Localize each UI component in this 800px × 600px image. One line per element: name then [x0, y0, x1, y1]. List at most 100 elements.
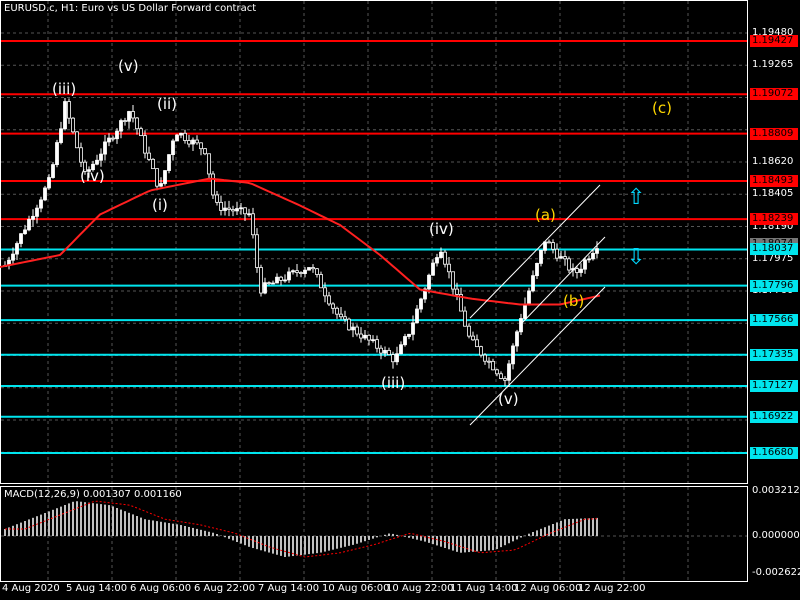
time-axis-label: 10 Aug 06:00	[322, 583, 390, 594]
macd-label: MACD(12,26,9) 0.001307 0.001160	[4, 489, 182, 500]
candle-body	[563, 256, 567, 260]
candle-body	[483, 354, 487, 362]
candle-body	[163, 170, 167, 184]
candle-body	[263, 282, 267, 294]
candle-body	[531, 275, 535, 292]
candle-body	[339, 313, 343, 318]
candle-body	[435, 257, 439, 264]
wave-label: (v)	[118, 57, 139, 75]
candle-body	[319, 274, 323, 289]
candle-body	[235, 208, 239, 212]
candle-body	[259, 267, 263, 294]
candle-body	[363, 334, 367, 339]
candle-body	[131, 111, 135, 119]
candle-body	[155, 168, 159, 187]
candle-body	[127, 111, 131, 122]
candle-body	[39, 199, 43, 209]
candle-body	[295, 270, 299, 273]
candle-body	[139, 128, 143, 137]
candle-body	[103, 141, 107, 155]
candle-body	[591, 252, 595, 260]
candle-body	[559, 256, 563, 259]
candle-body	[555, 248, 559, 259]
candle-body	[159, 183, 163, 187]
candle-body	[307, 267, 311, 271]
candle-body	[199, 142, 203, 150]
candle-body	[403, 336, 407, 346]
candle-body	[119, 120, 123, 132]
candle-body	[463, 310, 467, 327]
resistance-price-label: 1.19072	[750, 88, 798, 101]
candle-body	[203, 148, 207, 155]
candle-body	[523, 303, 527, 319]
candle-body	[471, 335, 475, 341]
main-frame	[0, 0, 748, 484]
candle-body	[147, 152, 151, 160]
resistance-price-label: 1.18239	[750, 213, 798, 226]
candle-body	[499, 373, 503, 379]
candle-body	[527, 290, 531, 305]
candle-body	[243, 207, 247, 215]
candle-body	[439, 251, 443, 258]
candle-body	[15, 243, 19, 255]
candle-body	[123, 120, 127, 122]
candle-body	[491, 360, 495, 371]
candle-body	[327, 295, 331, 305]
candle-body	[575, 268, 579, 273]
candle-body	[291, 270, 295, 273]
time-axis-label: 10 Aug 22:00	[386, 583, 454, 594]
price-axis-label: 1.19265	[752, 59, 794, 71]
time-axis-label: 6 Aug 06:00	[130, 583, 192, 594]
candle-body	[311, 267, 315, 270]
candle-body	[59, 128, 63, 143]
candle-body	[227, 207, 231, 210]
candle-body	[207, 153, 211, 175]
wave-label: (ii)	[157, 95, 178, 113]
candle-body	[143, 135, 147, 154]
resistance-price-label: 1.19427	[750, 34, 798, 47]
candle-body	[551, 242, 555, 250]
support-price-label: 1.18037	[750, 243, 798, 256]
wave-label: (v)	[498, 390, 519, 408]
candle-body	[431, 262, 435, 276]
candle-body	[451, 271, 455, 290]
candle-body	[191, 139, 195, 145]
candle-body	[43, 187, 47, 201]
time-axis-label: 11 Aug 14:00	[450, 583, 518, 594]
candle-body	[95, 159, 99, 165]
candle-body	[583, 259, 587, 270]
wave-label: (iii)	[381, 374, 406, 392]
candle-body	[99, 153, 103, 161]
candle-body	[443, 251, 447, 265]
candle-body	[23, 229, 27, 235]
candle-body	[539, 250, 543, 264]
candle-body	[255, 234, 259, 268]
wave-label: (b)	[563, 292, 585, 310]
candle-body	[475, 339, 479, 348]
candle-body	[371, 339, 375, 342]
candle-body	[419, 298, 423, 310]
candle-body	[223, 207, 227, 211]
candle-body	[455, 288, 459, 295]
candle-body	[267, 282, 271, 285]
candle-body	[507, 363, 511, 381]
candle-body	[47, 177, 51, 189]
candle-body	[415, 308, 419, 324]
macd-axis-label: 0.000000	[752, 530, 800, 541]
candle-body	[515, 331, 519, 347]
candle-body	[27, 218, 31, 231]
price-axis-label: 1.18620	[752, 156, 794, 167]
candle-body	[279, 276, 283, 281]
chart-title: EURUSD.c, H1: Euro vs US Dollar Forward …	[4, 3, 257, 14]
price-chart[interactable]	[0, 0, 800, 600]
wave-label: (i)	[152, 196, 168, 214]
candle-body	[231, 209, 235, 212]
price-axis-label: 1.18405	[752, 188, 794, 200]
candle-body	[595, 248, 599, 254]
time-axis-label: 4 Aug 2020	[2, 583, 60, 594]
candle-body	[175, 134, 179, 142]
candle-body	[487, 360, 491, 363]
candle-body	[511, 345, 515, 365]
candle-body	[299, 272, 303, 274]
candle-body	[547, 241, 551, 244]
